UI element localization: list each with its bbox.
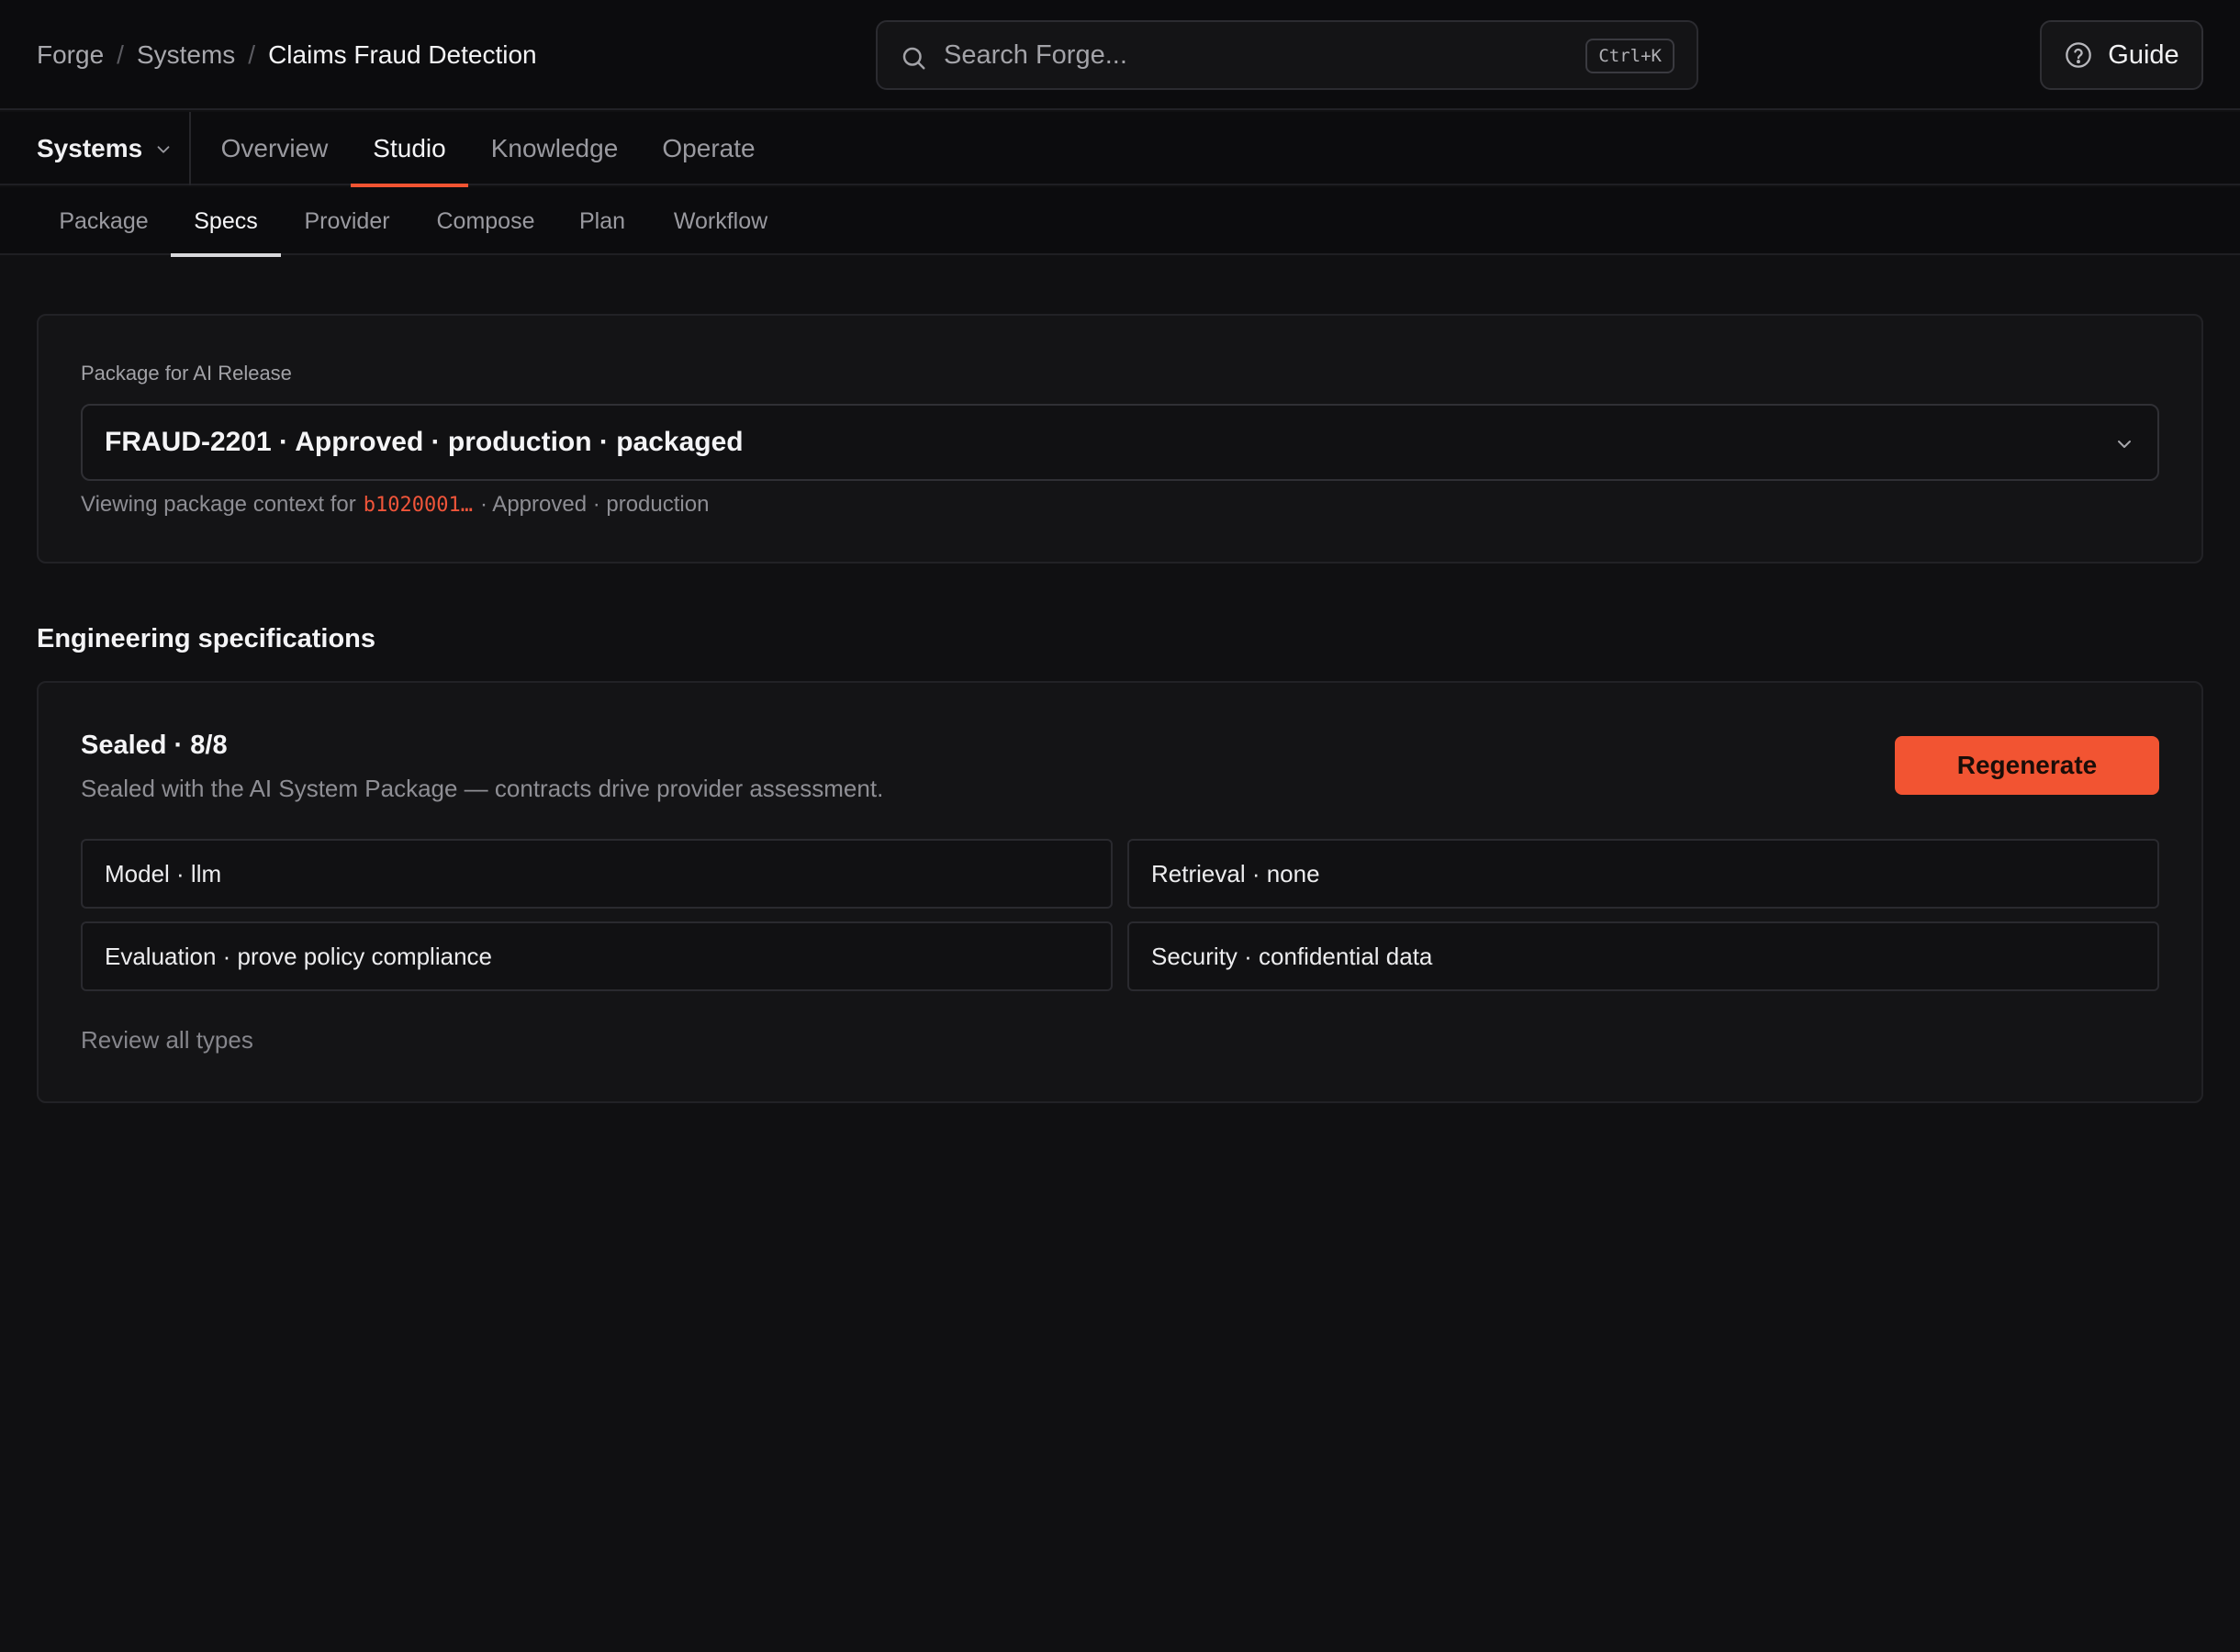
search-icon bbox=[902, 47, 925, 70]
breadcrumb-separator: / bbox=[117, 40, 124, 69]
breadcrumb-forge[interactable]: Forge bbox=[37, 40, 104, 70]
tab-operate[interactable]: Operate bbox=[641, 112, 777, 185]
tab-studio[interactable]: Studio bbox=[351, 112, 468, 187]
spec-tile-security[interactable]: Security · confidential data bbox=[1127, 921, 2159, 991]
subtab-plan[interactable]: Plan bbox=[558, 187, 646, 255]
help-circle-icon bbox=[2066, 42, 2092, 68]
sub-nav: Package Specs Provider Compose Plan Work… bbox=[0, 187, 2240, 257]
spec-tile-model[interactable]: Model · llm bbox=[81, 839, 1113, 909]
systems-switcher[interactable]: Systems bbox=[37, 112, 174, 185]
package-context-suffix: · Approved · production bbox=[479, 492, 710, 517]
package-context-prefix: Viewing package context for bbox=[81, 492, 356, 517]
chevron-down-icon bbox=[2118, 441, 2131, 448]
package-select-value: FRAUD-2201 · Approved · production · pac… bbox=[105, 427, 744, 457]
breadcrumb-systems[interactable]: Systems bbox=[137, 40, 235, 70]
guide-button[interactable]: Guide bbox=[2040, 20, 2203, 90]
subtab-specs[interactable]: Specs bbox=[171, 187, 281, 257]
subtab-provider[interactable]: Provider bbox=[281, 187, 413, 255]
subtab-package[interactable]: Package bbox=[37, 187, 171, 255]
breadcrumb: Forge / Systems / Claims Fraud Detection bbox=[37, 0, 537, 110]
search-bar[interactable]: Ctrl+K bbox=[876, 20, 1698, 90]
specs-card: Sealed · 8/8 Sealed with the AI System P… bbox=[37, 681, 2203, 1103]
keyboard-shortcut-badge: Ctrl+K bbox=[1585, 39, 1674, 73]
breadcrumb-current: Claims Fraud Detection bbox=[268, 40, 537, 69]
guide-label: Guide bbox=[2108, 39, 2179, 70]
section-title: Engineering specifications bbox=[37, 624, 376, 653]
tab-overview[interactable]: Overview bbox=[213, 112, 336, 185]
chevron-down-icon bbox=[157, 146, 170, 153]
spec-tile-retrieval[interactable]: Retrieval · none bbox=[1127, 839, 2159, 909]
package-select-label: Package for AI Release bbox=[81, 362, 292, 385]
subtab-compose[interactable]: Compose bbox=[413, 187, 558, 255]
breadcrumb-separator: / bbox=[248, 40, 256, 69]
package-id[interactable]: b1020001… bbox=[364, 494, 473, 517]
nav-divider bbox=[189, 112, 191, 185]
regenerate-button[interactable]: Regenerate bbox=[1895, 736, 2159, 795]
package-card: Package for AI Release FRAUD-2201 · Appr… bbox=[37, 314, 2203, 564]
systems-switcher-label: Systems bbox=[37, 134, 143, 162]
package-select[interactable]: FRAUD-2201 · Approved · production · pac… bbox=[81, 404, 2159, 481]
subtab-workflow[interactable]: Workflow bbox=[646, 187, 795, 255]
search-input[interactable] bbox=[944, 37, 1531, 73]
package-context: Viewing package context for b1020001… · … bbox=[81, 492, 709, 518]
specs-description: Sealed with the AI System Package — cont… bbox=[81, 775, 884, 802]
top-bar: Forge / Systems / Claims Fraud Detection… bbox=[0, 0, 2240, 110]
review-all-types-link[interactable]: Review all types bbox=[81, 1026, 253, 1055]
spec-tile-evaluation[interactable]: Evaluation · prove policy compliance bbox=[81, 921, 1113, 991]
specs-status-title: Sealed · 8/8 bbox=[81, 731, 228, 760]
tab-knowledge[interactable]: Knowledge bbox=[483, 112, 626, 185]
primary-nav: Systems Overview Studio Knowledge Operat… bbox=[0, 112, 2240, 187]
